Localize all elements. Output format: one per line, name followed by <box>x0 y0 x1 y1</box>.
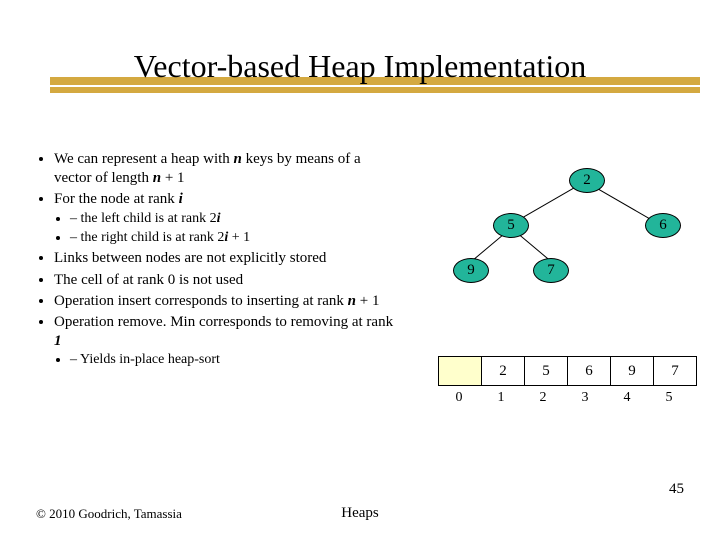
tree-node-root: 2 <box>569 168 605 193</box>
tree-node-r: 6 <box>645 213 681 238</box>
sub-2a: the left child is at rank 2i <box>70 210 398 228</box>
idx-1: 1 <box>480 390 522 406</box>
array-index-row: 0 1 2 3 4 5 <box>438 390 690 406</box>
array-cell-2: 5 <box>525 357 568 386</box>
heap-array: 2 5 6 9 7 <box>438 356 697 386</box>
bullet-5: Operation insert corresponds to insertin… <box>54 292 398 311</box>
array-cell-1: 2 <box>482 357 525 386</box>
array-cell-3: 6 <box>568 357 611 386</box>
bullet-4: The cell of at rank 0 is not used <box>54 271 398 290</box>
idx-2: 2 <box>522 390 564 406</box>
array-cell-0 <box>439 357 482 386</box>
sub-6a: Yields in-place heap-sort <box>70 351 398 369</box>
array-cell-4: 9 <box>611 357 654 386</box>
slide-title-block: Vector-based Heap Implementation <box>60 48 660 89</box>
slide-title: Vector-based Heap Implementation <box>60 48 660 85</box>
tree-node-lr: 7 <box>533 258 569 283</box>
bullet-1: We can represent a heap with n keys by m… <box>54 150 398 188</box>
bullet-body: We can represent a heap with n keys by m… <box>38 150 398 371</box>
bullet-6: Operation remove. Min corresponds to rem… <box>54 313 398 369</box>
array-cell-5: 7 <box>654 357 697 386</box>
idx-5: 5 <box>648 390 690 406</box>
idx-3: 3 <box>564 390 606 406</box>
idx-4: 4 <box>606 390 648 406</box>
heap-tree: 2 5 6 9 7 <box>420 158 700 328</box>
sub-2b: the right child is at rank 2i + 1 <box>70 229 398 247</box>
footer-center: Heaps <box>0 505 720 522</box>
tree-node-l: 5 <box>493 213 529 238</box>
idx-0: 0 <box>438 390 480 406</box>
tree-node-ll: 9 <box>453 258 489 283</box>
footer-slide-number: 45 <box>669 481 684 498</box>
bullet-2: For the node at rank i the left child is… <box>54 190 398 247</box>
bullet-3: Links between nodes are not explicitly s… <box>54 249 398 268</box>
